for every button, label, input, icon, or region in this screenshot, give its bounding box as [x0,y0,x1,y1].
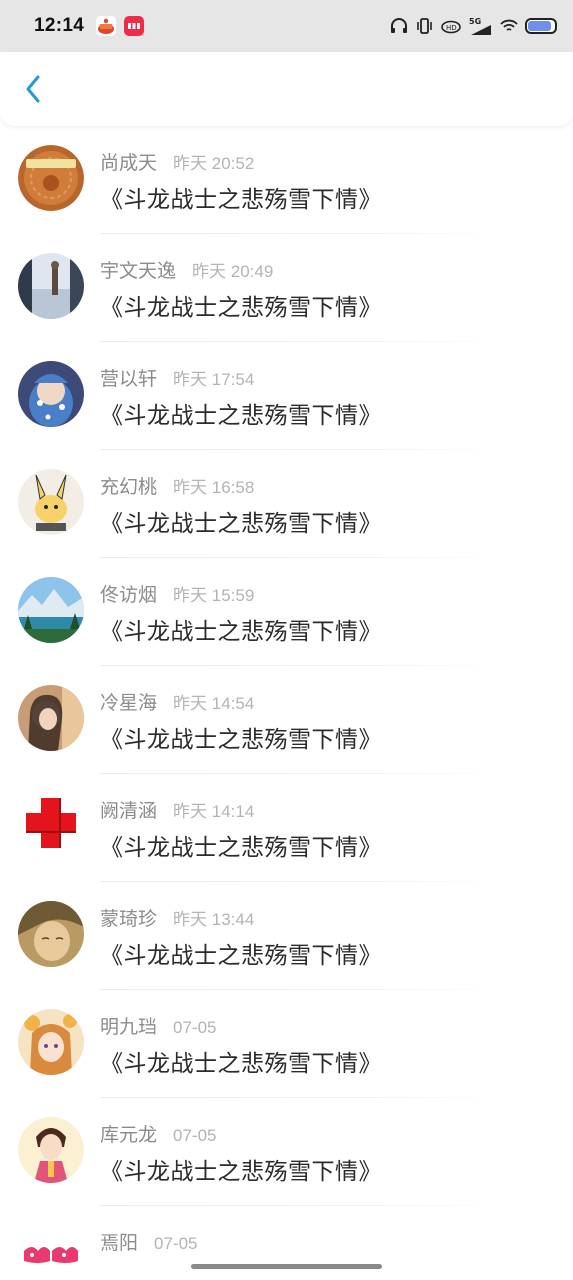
message-preview: 《斗龙战士之悲殇雪下情》 [100,727,382,753]
wifi-icon [500,18,518,34]
list-item[interactable]: 明九珰 07-05 《斗龙战士之悲殇雪下情》 [0,990,573,1098]
avatar [18,901,84,967]
list-item[interactable]: 尚成天 昨天 20:52 《斗龙战士之悲殇雪下情》 [0,126,573,234]
message-time: 昨天 20:52 [173,154,255,173]
contact-name: 库元龙 [100,1124,158,1146]
message-time: 昨天 15:59 [173,586,255,605]
battery-level [528,21,552,31]
list-item[interactable]: 库元龙 07-05 《斗龙战士之悲殇雪下情》 [0,1098,573,1206]
battery-icon [525,18,557,34]
message-time: 07-05 [173,1018,217,1037]
avatar [18,361,84,427]
list-item[interactable]: 阙清涵 昨天 14:14 《斗龙战士之悲殇雪下情》 [0,774,573,882]
avatar [18,1225,84,1280]
back-button[interactable] [18,69,48,109]
message-preview: 《斗龙战士之悲殇雪下情》 [100,619,382,645]
hd-icon: HD [440,18,462,34]
cake-app-icon [96,16,117,36]
status-indicators: HD 5G [390,16,557,36]
contact-name: 尚成天 [100,152,158,174]
message-preview: 《斗龙战士之悲殇雪下情》 [100,943,382,969]
svg-text:5G: 5G [469,17,481,26]
message-time: 昨天 14:54 [173,694,255,713]
message-time: 昨天 20:49 [192,262,274,281]
message-time: 昨天 14:14 [173,802,255,821]
contact-name: 宇文天逸 [100,260,177,282]
list-item[interactable]: 营以轩 昨天 17:54 《斗龙战士之悲殇雪下情》 [0,342,573,450]
message-preview: 《斗龙战士之悲殇雪下情》 [100,835,382,861]
avatar [18,253,84,319]
home-indicator[interactable] [191,1264,382,1269]
message-preview: 《斗龙战士之悲殇雪下情》 [100,295,382,321]
signal-5g-icon: 5G [469,16,493,36]
avatar [18,1009,84,1075]
message-preview: 《斗龙战士之悲殇雪下情》 [100,187,382,213]
avatar [18,469,84,535]
avatar [18,577,84,643]
svg-text:HD: HD [446,24,457,32]
message-preview: 《斗龙战士之悲殇雪下情》 [100,1051,382,1077]
status-time: 12:14 [34,15,85,36]
message-time: 07-05 [154,1234,198,1253]
avatar [18,793,84,859]
status-bar: 12:14 HD 5G [0,0,573,52]
vibrate-icon [415,18,433,34]
list-item[interactable]: 冷星海 昨天 14:54 《斗龙战士之悲殇雪下情》 [0,666,573,774]
contact-name: 明九珰 [100,1016,158,1038]
avatar [18,145,84,211]
list-item[interactable]: 宇文天逸 昨天 20:49 《斗龙战士之悲殇雪下情》 [0,234,573,342]
contact-name: 阙清涵 [100,800,158,822]
list-item[interactable]: 充幻桃 昨天 16:58 《斗龙战士之悲殇雪下情》 [0,450,573,558]
contact-name: 佟访烟 [100,584,158,606]
contact-name: 充幻桃 [100,476,158,498]
contact-name: 蒙琦珍 [100,908,158,930]
contact-list: 尚成天 昨天 20:52 《斗龙战士之悲殇雪下情》 宇文天逸 昨天 20:49 《斗… [0,126,573,1280]
top-nav-bar [0,52,573,126]
headphones-icon [390,18,408,34]
message-time: 昨天 17:54 [173,370,255,389]
message-preview: 《斗龙战士之悲殇雪下情》 [100,511,382,537]
shop-app-icon [124,16,145,36]
chevron-left-icon [26,75,40,103]
contact-name: 焉阳 [100,1232,139,1254]
list-item[interactable]: 蒙琦珍 昨天 13:44 《斗龙战士之悲殇雪下情》 [0,882,573,990]
contact-name: 冷星海 [100,692,158,714]
contact-name: 营以轩 [100,368,158,390]
list-item[interactable]: 佟访烟 昨天 15:59 《斗龙战士之悲殇雪下情》 [0,558,573,666]
avatar [18,1117,84,1183]
message-time: 昨天 16:58 [173,478,255,497]
message-time: 昨天 13:44 [173,910,255,929]
message-preview: 《斗龙战士之悲殇雪下情》 [100,403,382,429]
avatar [18,685,84,751]
message-time: 07-05 [173,1126,217,1145]
message-preview: 《斗龙战士之悲殇雪下情》 [100,1159,382,1185]
